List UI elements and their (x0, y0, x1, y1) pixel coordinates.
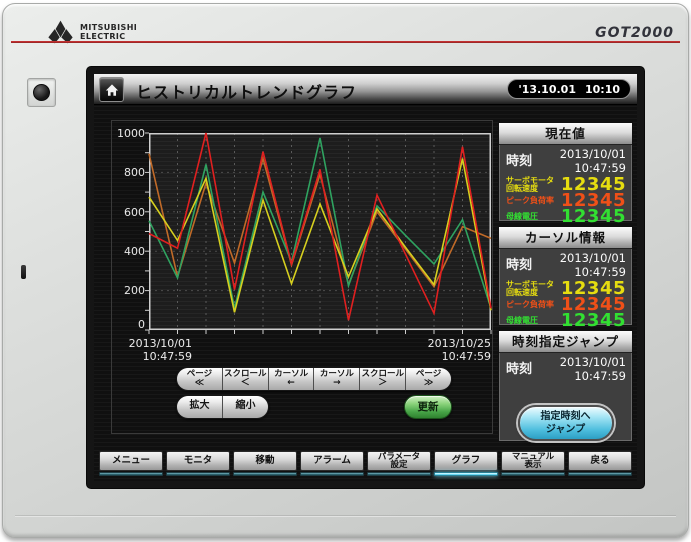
hmi-display: ヒストリカルトレンドグラフ '13.10.01 10:10 1000 800 6… (94, 74, 637, 481)
cursor-info-panel: カーソル情報 時刻 2013/10/0110:47:59 サーボモータ回転速度 … (498, 226, 633, 326)
current-value-panel-title: 現在値 (499, 123, 632, 145)
bezel-slit (21, 265, 26, 279)
time-value: 2013/10/0110:47:59 (560, 356, 626, 383)
trend-graph-zone: 1000 800 600 400 200 0 2013/10/01 10:47:… (111, 120, 493, 434)
time-value: 2013/10/0110:47:59 (560, 252, 626, 279)
got2000-device-bezel: MITSUBISHI ELECTRIC GOT2000 ヒストリカルトレンドグラ… (2, 3, 689, 538)
home-icon (105, 83, 119, 97)
bezel-button-dot (33, 84, 50, 101)
cursor-info-panel-title: カーソル情報 (499, 227, 632, 249)
cursor-left-button[interactable]: カーソル← (269, 368, 315, 390)
y-tick: 800 (112, 166, 145, 179)
y-tick: 600 (112, 206, 145, 219)
clock-time: 10:10 (585, 83, 620, 96)
screenshot-stage: MITSUBISHI ELECTRIC GOT2000 ヒストリカルトレンドグラ… (0, 0, 691, 542)
zoom-in-button[interactable]: 拡大 (177, 396, 223, 418)
bottom-navigation: メニュー モニタ 移動 アラーム (99, 451, 632, 479)
refresh-button[interactable]: 更新 (404, 395, 452, 419)
zoom-controls: 拡大 縮小 (176, 395, 269, 419)
nav-underline (166, 472, 230, 476)
jump-to-time-button[interactable]: 指定時刻へジャンプ (518, 405, 614, 441)
title-bar: ヒストリカルトレンドグラフ '13.10.01 10:10 (94, 74, 637, 105)
time-label: 時刻 (506, 148, 532, 169)
nav-underline (233, 472, 297, 476)
nav-underline (99, 472, 163, 476)
zoom-out-button[interactable]: 縮小 (223, 396, 268, 418)
graph-nav-controls: ページ≪ スクロール＜ カーソル← カーソル→ (176, 367, 452, 391)
scroll-back-button[interactable]: スクロール＜ (223, 368, 269, 390)
metric-row-bus-voltage: 母線電圧 12345 (506, 209, 626, 225)
hmi-screen: ヒストリカルトレンドグラフ '13.10.01 10:10 1000 800 6… (87, 67, 644, 488)
current-value-panel: 現在値 時刻 2013/10/0110:47:59 サーボモータ回転速度 123… (498, 122, 633, 222)
nav-item-parameter-settings[interactable]: パラメータ設定 (367, 451, 431, 479)
y-tick: 1000 (112, 127, 145, 140)
nav-item-monitor[interactable]: モニタ (166, 451, 230, 479)
x-axis-end-label: 2013/10/25 10:47:59 (415, 337, 491, 363)
trend-plot[interactable] (149, 133, 491, 330)
y-tick: 0 (112, 318, 145, 331)
clock-date: '13.10.01 (518, 83, 576, 96)
nav-item-graph[interactable]: グラフ (434, 451, 498, 479)
bezel-red-stripe (11, 41, 680, 43)
nav-underline-active (434, 472, 498, 476)
y-tick: 200 (112, 284, 145, 297)
nav-item-manual-display[interactable]: マニュアル表示 (501, 451, 565, 479)
nav-item-move[interactable]: 移動 (233, 451, 297, 479)
y-tick: 400 (112, 245, 145, 258)
time-jump-panel-title: 時刻指定ジャンプ (499, 331, 632, 353)
page-title: ヒストリカルトレンドグラフ (136, 79, 357, 103)
clock-display: '13.10.01 10:10 (507, 79, 631, 99)
got2000-logo: GOT2000 (595, 25, 674, 41)
time-jump-panel: 時刻指定ジャンプ 時刻 2013/10/0110:47:59 指定時刻へジャンプ (498, 330, 633, 442)
page-back-button[interactable]: ページ≪ (177, 368, 223, 390)
cursor-right-button[interactable]: カーソル→ (314, 368, 360, 390)
brand-text: MITSUBISHI ELECTRIC (80, 23, 137, 41)
nav-underline (501, 472, 565, 476)
nav-underline (300, 472, 364, 476)
nav-item-alarm[interactable]: アラーム (300, 451, 364, 479)
time-label: 時刻 (506, 252, 532, 273)
time-label: 時刻 (506, 356, 532, 377)
time-value: 2013/10/0110:47:59 (560, 148, 626, 175)
nav-underline (367, 472, 431, 476)
nav-item-menu[interactable]: メニュー (99, 451, 163, 479)
metric-row-bus-voltage: 母線電圧 12345 (506, 313, 626, 329)
nav-underline (568, 472, 632, 476)
home-button[interactable] (99, 77, 124, 102)
page-forward-button[interactable]: ページ≫ (406, 368, 451, 390)
x-axis-start-label: 2013/10/01 10:47:59 (116, 337, 192, 363)
nav-item-back[interactable]: 戻る (568, 451, 632, 479)
y-axis-labels: 1000 800 600 400 200 0 (112, 121, 145, 341)
scroll-forward-button[interactable]: スクロール＞ (360, 368, 406, 390)
bezel-power-button[interactable] (27, 78, 56, 107)
